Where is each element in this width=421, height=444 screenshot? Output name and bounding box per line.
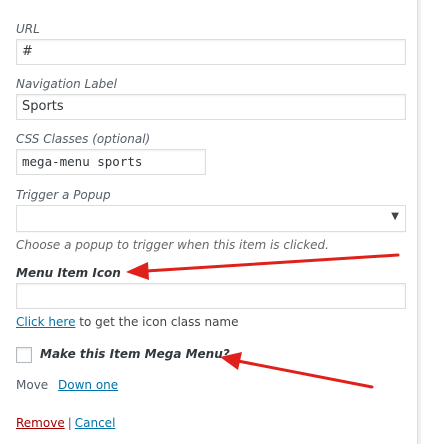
css-classes-label: CSS Classes (optional) [16,132,151,146]
trigger-popup-label: Trigger a Popup [16,188,111,202]
icon-help-text: to get the icon class name [79,315,239,329]
move-label: Move [16,378,49,392]
actions-separator: | [67,416,72,430]
cancel-link[interactable]: Cancel [75,416,116,430]
url-label: URL [16,22,40,36]
url-input[interactable]: # [16,39,406,65]
move-down-one-link[interactable]: Down one [58,378,118,392]
click-here-link[interactable]: Click here [16,315,75,329]
menu-item-icon-input[interactable] [16,283,406,309]
menu-item-settings-panel: URL # Navigation Label Sports CSS Classe… [0,0,418,444]
item-actions: Remove | Cancel [16,416,115,430]
navigation-label-label: Navigation Label [16,77,117,91]
mega-menu-checkbox[interactable] [16,347,32,363]
css-classes-input[interactable]: mega-menu sports [16,149,206,175]
menu-item-icon-label: Menu Item Icon [16,266,121,280]
trigger-popup-description: Choose a popup to trigger when this item… [16,238,329,252]
move-row: Move Down one [16,378,118,392]
navigation-label-input[interactable]: Sports [16,94,406,120]
mega-menu-label[interactable]: Make this Item Mega Menu? [40,347,230,361]
dropdown-arrow-icon: ▼ [391,211,399,222]
icon-help-row: Click here to get the icon class name [16,315,239,329]
trigger-popup-select[interactable]: ▼ [16,205,406,232]
remove-link[interactable]: Remove [16,416,65,430]
